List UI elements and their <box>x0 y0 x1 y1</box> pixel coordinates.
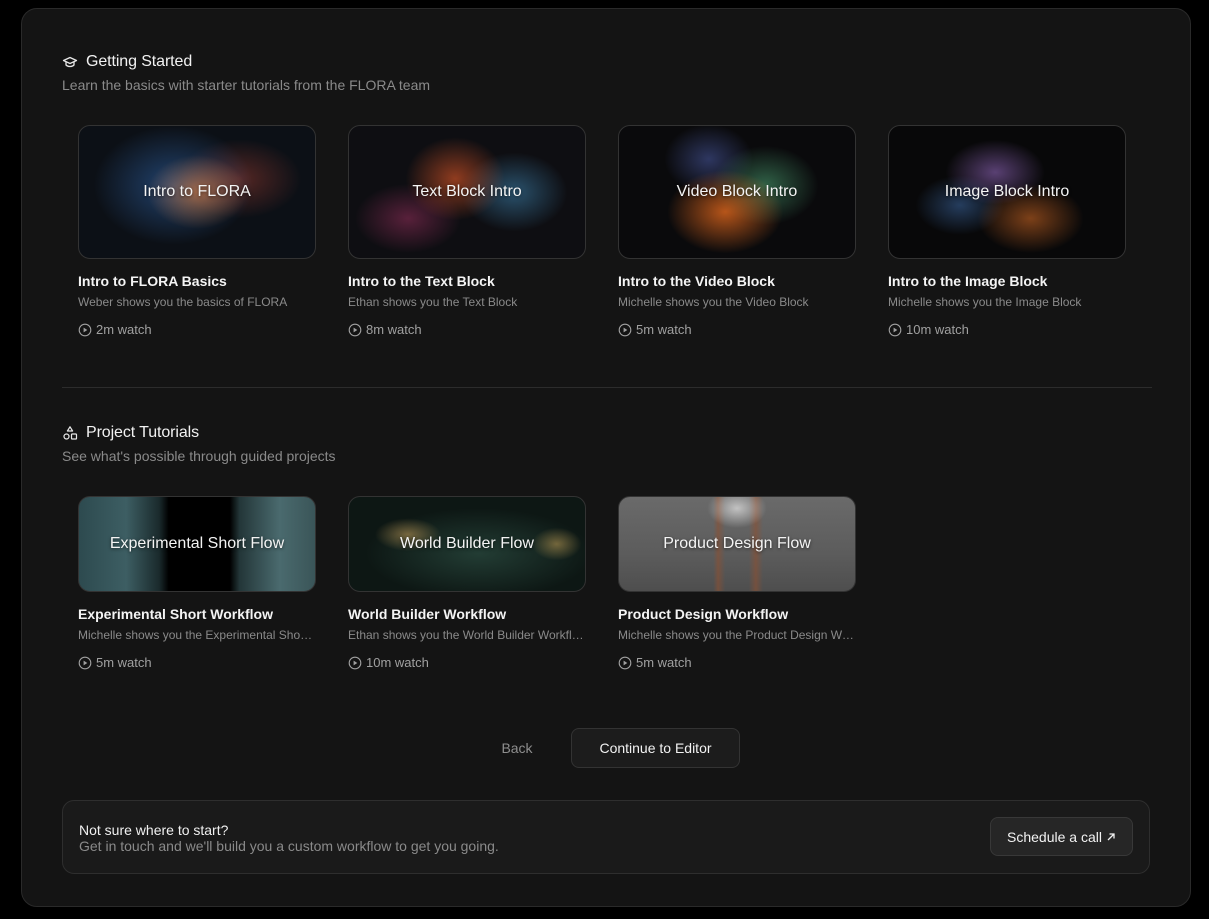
card-title: Product Design Workflow <box>618 606 789 622</box>
play-circle-icon <box>618 323 632 337</box>
play-circle-icon <box>348 656 362 670</box>
tutorial-card-text-block[interactable]: Text Block Intro Intro to the Text Block… <box>348 125 586 337</box>
schedule-call-button[interactable]: Schedule a call <box>990 817 1133 856</box>
play-circle-icon <box>618 656 632 670</box>
project-tutorials-header: Project Tutorials <box>62 422 1152 444</box>
play-circle-icon <box>78 323 92 337</box>
card-duration: 2m watch <box>78 322 316 337</box>
card-duration: 5m watch <box>618 322 856 337</box>
card-description: Michelle shows you the Experimental Shor… <box>78 628 316 642</box>
onboarding-panel: Getting Started Learn the basics with st… <box>21 8 1191 907</box>
tutorial-card-world-builder[interactable]: World Builder Flow World Builder Workflo… <box>348 496 586 670</box>
shapes-icon <box>62 425 78 441</box>
tutorial-card-product-design[interactable]: Product Design Flow Product Design Workf… <box>618 496 856 670</box>
card-duration: 5m watch <box>78 655 316 670</box>
tutorial-card-image-block[interactable]: Image Block Intro Intro to the Image Blo… <box>888 125 1126 337</box>
card-title: Intro to the Video Block <box>618 273 775 289</box>
arrow-up-right-icon <box>1106 829 1116 845</box>
help-title: Not sure where to start? <box>79 822 229 838</box>
help-subtitle: Get in touch and we'll build you a custo… <box>79 838 499 854</box>
thumbnail-label: Image Block Intro <box>944 183 1070 200</box>
graduation-cap-icon <box>62 54 78 70</box>
card-title: World Builder Workflow <box>348 606 507 622</box>
continue-to-editor-button[interactable]: Continue to Editor <box>571 728 740 768</box>
card-title: Intro to FLORA Basics <box>78 273 227 289</box>
duration-text: 2m watch <box>96 322 152 337</box>
play-circle-icon <box>348 323 362 337</box>
card-duration: 10m watch <box>348 655 586 670</box>
back-button[interactable]: Back <box>488 736 546 760</box>
duration-text: 8m watch <box>366 322 422 337</box>
play-circle-icon <box>888 323 902 337</box>
video-thumbnail[interactable]: Experimental Short Flow <box>78 496 316 592</box>
getting-started-section: Getting Started Learn the basics with st… <box>62 51 1152 93</box>
duration-text: 5m watch <box>636 322 692 337</box>
card-description: Michelle shows you the Video Block <box>618 295 809 309</box>
duration-text: 5m watch <box>636 655 692 670</box>
card-title: Intro to the Text Block <box>348 273 495 289</box>
thumbnail-label: Text Block Intro <box>412 183 522 200</box>
project-tutorials-cards: Experimental Short Flow Experimental Sho… <box>78 496 856 670</box>
navigation-actions: Back Continue to Editor <box>22 728 1192 768</box>
getting-started-header: Getting Started <box>62 51 1152 73</box>
thumbnail-label: Video Block Intro <box>676 183 798 200</box>
card-duration: 10m watch <box>888 322 1126 337</box>
thumbnail-label: Product Design Flow <box>663 535 811 552</box>
thumbnail-label: Intro to FLORA <box>143 183 251 200</box>
play-circle-icon <box>78 656 92 670</box>
card-description: Michelle shows you the Product Design Wo… <box>618 628 856 642</box>
video-thumbnail[interactable]: World Builder Flow <box>348 496 586 592</box>
video-thumbnail[interactable]: Text Block Intro <box>348 125 586 259</box>
card-description: Ethan shows you the Text Block <box>348 295 518 309</box>
project-tutorials-title: Project Tutorials <box>86 424 200 441</box>
duration-text: 10m watch <box>366 655 429 670</box>
help-banner: Not sure where to start? Get in touch an… <box>62 800 1150 874</box>
duration-text: 10m watch <box>906 322 969 337</box>
getting-started-subtitle: Learn the basics with starter tutorials … <box>62 77 431 93</box>
card-duration: 5m watch <box>618 655 856 670</box>
video-thumbnail[interactable]: Product Design Flow <box>618 496 856 592</box>
video-thumbnail[interactable]: Image Block Intro <box>888 125 1126 259</box>
video-thumbnail[interactable]: Intro to FLORA <box>78 125 316 259</box>
project-tutorials-section: Project Tutorials See what's possible th… <box>62 422 1152 464</box>
duration-text: 5m watch <box>96 655 152 670</box>
card-description: Ethan shows you the World Builder Workfl… <box>348 628 586 642</box>
getting-started-cards: Intro to FLORA Intro to FLORA Basics Web… <box>78 125 1126 337</box>
thumbnail-label: Experimental Short Flow <box>109 535 285 552</box>
schedule-call-label: Schedule a call <box>1007 828 1102 845</box>
card-duration: 8m watch <box>348 322 586 337</box>
tutorial-card-experimental-short[interactable]: Experimental Short Flow Experimental Sho… <box>78 496 316 670</box>
card-description: Weber shows you the basics of FLORA <box>78 295 288 309</box>
tutorial-card-video-block[interactable]: Video Block Intro Intro to the Video Blo… <box>618 125 856 337</box>
getting-started-title: Getting Started <box>86 53 193 70</box>
card-description: Michelle shows you the Image Block <box>888 295 1082 309</box>
card-title: Intro to the Image Block <box>888 273 1048 289</box>
video-thumbnail[interactable]: Video Block Intro <box>618 125 856 259</box>
card-title: Experimental Short Workflow <box>78 606 273 622</box>
tutorial-card-flora-basics[interactable]: Intro to FLORA Intro to FLORA Basics Web… <box>78 125 316 337</box>
project-tutorials-subtitle: See what's possible through guided proje… <box>62 448 336 464</box>
section-divider <box>62 387 1152 388</box>
thumbnail-label: World Builder Flow <box>400 535 534 552</box>
